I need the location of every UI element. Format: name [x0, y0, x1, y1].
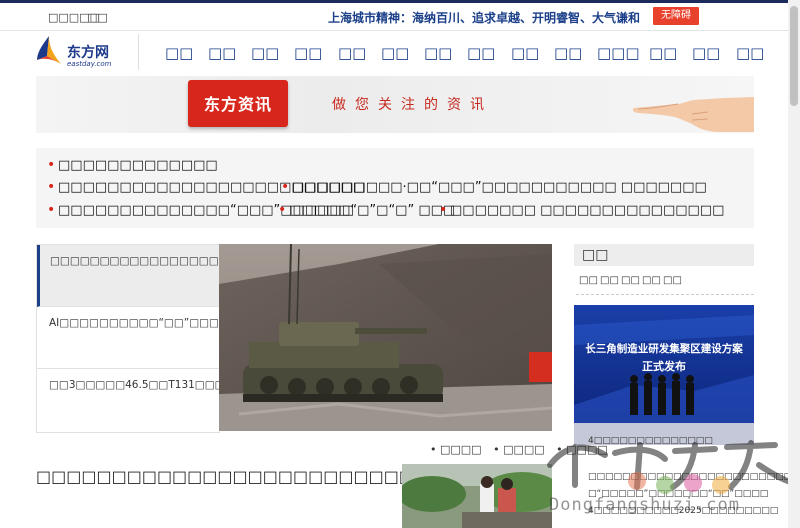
nav-item[interactable]: □□ [649, 44, 677, 62]
nav-item[interactable]: □□ [424, 44, 452, 62]
sidebar-photo-launch-event[interactable]: 长三角制造业研发集聚区建设方案 正式发布 [574, 305, 754, 445]
watermark-logo-icon [547, 440, 796, 494]
featured-item[interactable]: AI□□□□□□□□□□“□□”□□□□□□□□□□□ [37, 307, 298, 369]
eastday-logo[interactable]: 东方网 eastday.com [35, 34, 125, 70]
featured-item-active[interactable]: □□□□□□□□□□□□□□□□□□□□□□□ [37, 245, 278, 307]
news-photo-people[interactable] [402, 464, 552, 528]
featured-list: □□□□□□□□□□□□□□□□□□□□□□□ AI□□□□□□□□□□“□□”… [36, 244, 433, 433]
logo-domain: eastday.com [67, 60, 112, 68]
nav-item[interactable]: □□ [251, 44, 279, 62]
city-spirit-slogan: 上海城市精神：海纳百川、追求卓越、开明睿智、大气谦和 [328, 11, 641, 25]
event-banner-title: 长三角制造业研发集聚区建设方案 [585, 343, 743, 355]
sidebar-title: □□ [574, 244, 754, 266]
banner-slogan: 做您关注的资讯 [332, 97, 493, 113]
nav-item[interactable]: □□ [165, 44, 193, 62]
nav-item[interactable]: □□ [511, 44, 539, 62]
headline-link[interactable]: □□□□□□□□□·□□“□□□”□□□□□□□□□□□ □□□□□□□ [281, 179, 707, 195]
sidebar-tab[interactable]: □□ [663, 275, 682, 286]
site-watermark: Dongfangshuzi.com [545, 435, 800, 528]
nav-item[interactable]: □□ [692, 44, 720, 62]
event-banner-subtitle: 正式发布 [642, 360, 686, 373]
sidebar-tab[interactable]: □□ [642, 275, 661, 286]
sidebar-tab[interactable]: □□ [579, 275, 598, 286]
logo-name: 东方网 [67, 45, 109, 61]
more-link[interactable]: □□□□ [493, 443, 545, 456]
pointing-hand-icon [632, 97, 754, 132]
featured-photo-tank[interactable] [219, 244, 552, 431]
section-headline[interactable]: □□□□□□□□□□□□□□□□□□□□□□□□□ [36, 467, 414, 486]
top-link-2[interactable]: □□ [87, 11, 108, 24]
top-headlines: □□□□□□□□□□□□□ □□□□□□□□□□□□□□□□□□□□□□□□□ … [36, 148, 754, 228]
nav-item[interactable]: □□ [554, 44, 582, 62]
sidebar-tab[interactable]: □□ [600, 275, 619, 286]
banner-title-box: 东方资讯 [188, 80, 288, 127]
nav-item[interactable]: □□ [467, 44, 495, 62]
headline-link[interactable]: □□□□□□□□□□□□□ [47, 157, 218, 173]
nav-item[interactable]: □□ [381, 44, 409, 62]
logo-nav-divider [138, 34, 139, 70]
nav-item[interactable]: □□ [208, 44, 236, 62]
featured-item[interactable]: □□3□□□□□46.5□□T131□□□□□□□□□□□□□□□□□□□□□□… [37, 369, 433, 432]
nav-item[interactable]: □□□ [597, 44, 640, 62]
sidebar-tab[interactable]: □□ [621, 275, 640, 286]
nav-item[interactable]: □□ [736, 44, 764, 62]
page-scrollbar-thumb[interactable] [790, 6, 798, 106]
top-bar: □□□□□ □□ 上海城市精神：海纳百川、追求卓越、开明睿智、大气谦和 无障碍 [0, 3, 788, 31]
banner-title: 东方资讯 [203, 95, 272, 114]
nav-item[interactable]: □□ [294, 44, 322, 62]
accessibility-button[interactable]: 无障碍 [653, 7, 699, 25]
sidebar-divider [576, 294, 754, 295]
nav-item[interactable]: □□ [338, 44, 366, 62]
logo-icon [37, 36, 61, 64]
promo-banner[interactable]: 东方资讯 做您关注的资讯 [36, 76, 754, 133]
headline-link[interactable]: □□□□□□□ □□□□□□□□□□□□□□□ [439, 202, 724, 218]
more-link[interactable]: □□□□ [430, 443, 482, 456]
watermark-text: Dongfangshuzi.com [549, 495, 740, 515]
headline-link[interactable]: □□□□□“□”□“□” □□□ [278, 202, 455, 218]
